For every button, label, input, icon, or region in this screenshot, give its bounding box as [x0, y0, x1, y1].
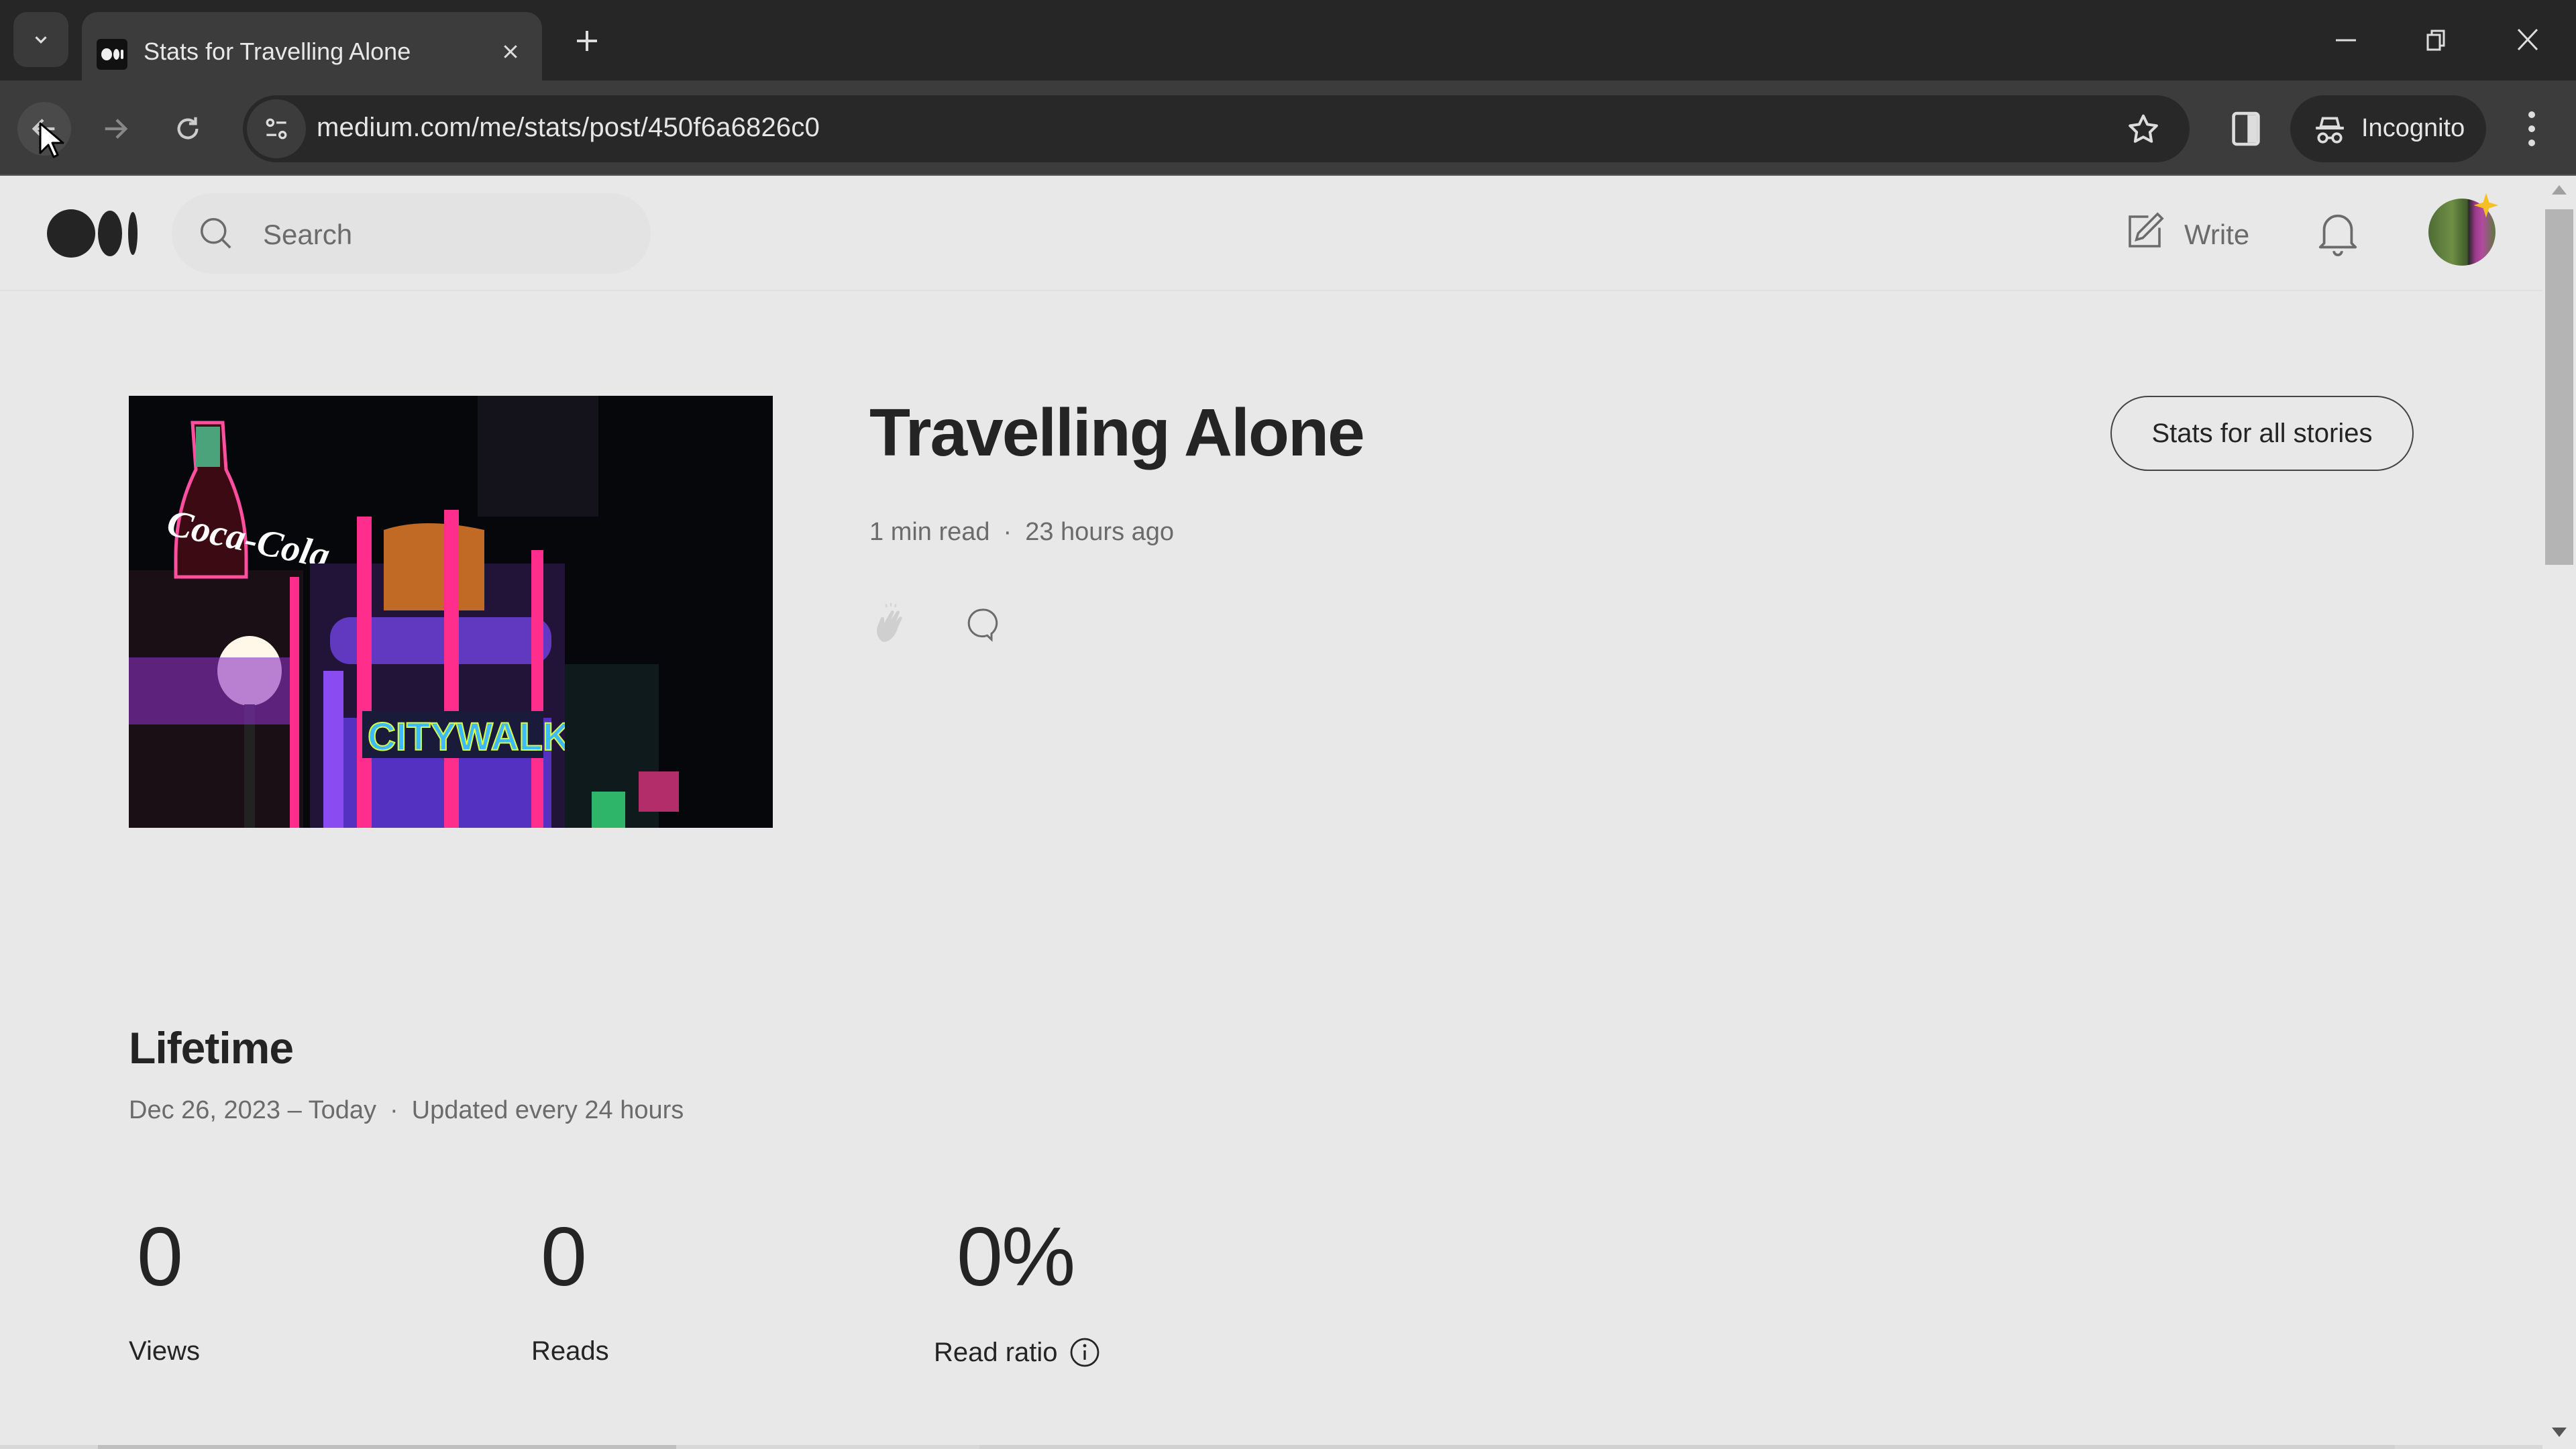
date-range: Dec 26, 2023 – Today — [129, 1096, 377, 1124]
read-ratio-value: 0% — [957, 1211, 1075, 1303]
incognito-label: Incognito — [2361, 114, 2465, 142]
browser-toolbar: medium.com/me/stats/post/450f6a6826c0 In… — [0, 80, 2576, 176]
side-panel-icon — [2232, 111, 2260, 146]
views-value: 0 — [137, 1211, 183, 1303]
browser-tab-strip: Stats for Travelling Alone — [0, 0, 2576, 80]
member-star-icon — [2473, 192, 2500, 219]
mouse-cursor-icon — [38, 121, 64, 161]
new-tab-button[interactable] — [570, 24, 604, 58]
clap-icon[interactable] — [871, 601, 911, 645]
subtitle-separator: · — [390, 1096, 398, 1124]
story-thumbnail: Coca-Cola CITYWALK — [129, 396, 773, 828]
forward-button[interactable] — [89, 102, 142, 156]
reload-icon — [177, 117, 199, 140]
more-vert-icon — [2528, 111, 2535, 118]
bookmark-button[interactable] — [2125, 111, 2161, 148]
reload-button[interactable] — [161, 102, 215, 156]
horizontal-divider — [0, 1445, 2542, 1449]
site-header: Search Write — [0, 176, 2542, 291]
citywalk-photo: Coca-Cola CITYWALK — [129, 396, 773, 828]
medium-favicon-icon — [97, 39, 127, 70]
close-icon — [504, 45, 517, 58]
views-label: Views — [129, 1336, 200, 1366]
lifetime-subtitle: Dec 26, 2023 – Today · Updated every 24 ho… — [129, 1096, 684, 1125]
vertical-scrollbar[interactable] — [2542, 176, 2576, 1449]
browser-menu-button[interactable] — [2513, 107, 2551, 150]
meta-separator: · — [1003, 518, 1012, 546]
reads-label: Reads — [531, 1336, 609, 1366]
restore-button[interactable] — [2416, 20, 2457, 60]
published-time: 23 hours ago — [1025, 518, 1175, 546]
search-placeholder: Search — [263, 219, 353, 250]
chevron-down-icon — [35, 36, 47, 44]
update-note: Updated every 24 hours — [411, 1096, 684, 1124]
notifications-button[interactable] — [2314, 208, 2361, 259]
browser-tab-active[interactable]: Stats for Travelling Alone — [82, 12, 542, 80]
minimize-icon — [2336, 39, 2356, 42]
scroll-up-arrow-icon[interactable] — [2552, 185, 2567, 195]
read-ratio-label: Read ratio — [934, 1337, 1058, 1367]
search-icon — [201, 218, 231, 249]
stat-reads: 0 Reads — [531, 1211, 609, 1366]
write-button[interactable]: Write — [2123, 209, 2257, 256]
restore-icon — [2426, 30, 2445, 51]
bell-icon — [2318, 214, 2357, 256]
incognito-icon — [2316, 117, 2344, 144]
story-title[interactable]: Travelling Alone — [869, 394, 1365, 472]
arrow-right-icon — [105, 119, 128, 139]
info-icon[interactable] — [1069, 1336, 1101, 1368]
scroll-down-arrow-icon[interactable] — [2552, 1428, 2567, 1437]
tab-search-button[interactable] — [13, 12, 68, 67]
incognito-indicator[interactable]: Incognito — [2290, 95, 2486, 162]
star-icon — [2129, 114, 2158, 143]
comment-icon[interactable] — [963, 605, 1001, 643]
page-content: Search Write Coca-Cola CITYWALK Travelli… — [0, 176, 2542, 1449]
story-meta: 1 min read · 23 hours ago — [869, 518, 1174, 547]
medium-logo-icon — [47, 209, 138, 258]
stats-for-all-stories-button[interactable]: Stats for all stories — [2110, 396, 2414, 471]
close-window-button[interactable] — [2508, 20, 2548, 60]
stat-read-ratio: 0% Read ratio — [934, 1211, 1099, 1367]
tab-title: Stats for Travelling Alone — [144, 38, 411, 65]
side-panel-button[interactable] — [2224, 107, 2267, 150]
medium-logo[interactable] — [47, 208, 141, 259]
divider-segment — [98, 1445, 676, 1449]
plus-icon — [577, 31, 597, 51]
reads-value: 0 — [541, 1211, 587, 1303]
tab-close-button[interactable] — [495, 36, 526, 67]
lifetime-heading: Lifetime — [129, 1023, 294, 1073]
url-text[interactable]: medium.com/me/stats/post/450f6a6826c0 — [317, 113, 820, 143]
write-icon — [2129, 212, 2164, 248]
citywalk-sign-text: CITYWALK — [368, 715, 571, 759]
address-bar[interactable]: medium.com/me/stats/post/450f6a6826c0 — [243, 95, 2190, 162]
read-time: 1 min read — [869, 518, 990, 546]
site-info-button[interactable] — [247, 99, 306, 158]
minimize-button[interactable] — [2325, 20, 2365, 60]
tune-icon — [266, 118, 287, 140]
scrollbar-thumb[interactable] — [2545, 209, 2573, 565]
write-label: Write — [2184, 219, 2250, 250]
search-input[interactable]: Search — [172, 193, 651, 274]
divider-segment — [979, 1445, 2395, 1449]
more-vert-dot — [2528, 125, 2535, 132]
close-icon — [2517, 28, 2538, 51]
read-ratio-label-row: Read ratio — [934, 1336, 1101, 1368]
stat-views: 0 Views — [129, 1211, 200, 1366]
more-vert-dot — [2528, 140, 2535, 147]
